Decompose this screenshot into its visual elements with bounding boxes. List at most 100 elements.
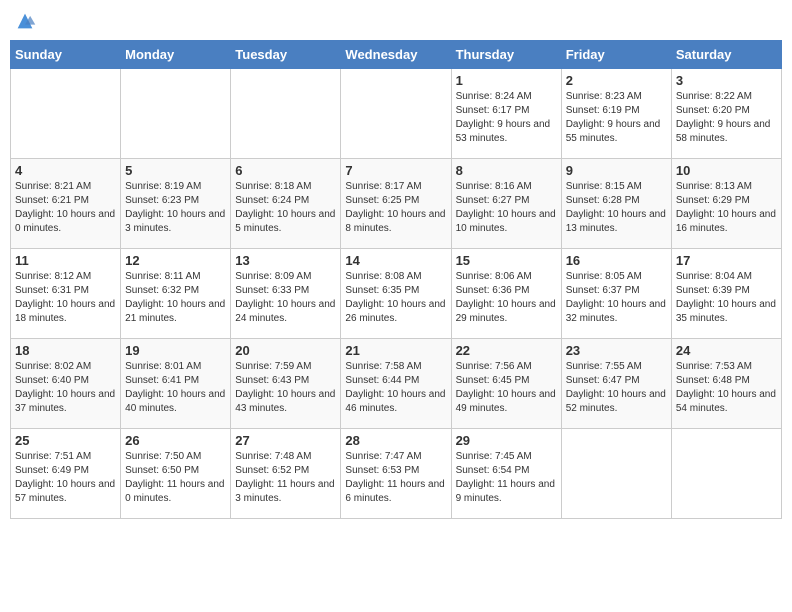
- calendar-cell: 22Sunrise: 7:56 AM Sunset: 6:45 PM Dayli…: [451, 339, 561, 429]
- day-info: Sunrise: 8:11 AM Sunset: 6:32 PM Dayligh…: [125, 270, 226, 326]
- calendar-header: SundayMondayTuesdayWednesdayThursdayFrid…: [11, 41, 782, 69]
- weekday-header-thursday: Thursday: [451, 41, 561, 69]
- calendar-cell: 23 Sunrise: 7:55 AM Sunset: 6:47 PM Dayli…: [561, 339, 671, 429]
- day-number: 13: [235, 253, 336, 268]
- calendar-cell: 2Sunrise: 8:23 AM Sunset: 6:19 PM Daylig…: [561, 69, 671, 159]
- calendar-cell: 3 Sunrise: 8:22 AM Sunset: 6:20 PM Daylig…: [671, 69, 781, 159]
- calendar-cell: 14 Sunrise: 8:08 AM Sunset: 6:35 PM Dayli…: [341, 249, 451, 339]
- week-row-5: 25 Sunrise: 7:51 AM Sunset: 6:49 PM Dayli…: [11, 429, 782, 519]
- day-number: 14: [345, 253, 446, 268]
- week-row-2: 4 Sunrise: 8:21 AM Sunset: 6:21 PM Daylig…: [11, 159, 782, 249]
- calendar-cell: 9 Sunrise: 8:15 AM Sunset: 6:28 PM Daylig…: [561, 159, 671, 249]
- day-number: 29: [456, 433, 557, 448]
- logo-icon: [14, 10, 36, 32]
- day-info: Sunrise: 7:55 AM Sunset: 6:47 PM Dayligh…: [566, 360, 667, 416]
- day-info: Sunrise: 8:02 AM Sunset: 6:40 PM Dayligh…: [15, 360, 116, 416]
- day-info: Sunrise: 8:21 AM Sunset: 6:21 PM Dayligh…: [15, 180, 116, 236]
- logo: [10, 10, 36, 32]
- day-info: Sunrise: 8:12 AM Sunset: 6:31 PM Dayligh…: [15, 270, 116, 326]
- day-info: Sunrise: 8:08 AM Sunset: 6:35 PM Dayligh…: [345, 270, 446, 326]
- calendar-body: 1Sunrise: 8:24 AM Sunset: 6:17 PM Daylig…: [11, 69, 782, 519]
- weekday-header-friday: Friday: [561, 41, 671, 69]
- day-number: 17: [676, 253, 777, 268]
- day-number: 3: [676, 73, 777, 88]
- day-info: Sunrise: 8:13 AM Sunset: 6:29 PM Dayligh…: [676, 180, 777, 236]
- day-info: Sunrise: 8:01 AM Sunset: 6:41 PM Dayligh…: [125, 360, 226, 416]
- calendar-cell: 6 Sunrise: 8:18 AM Sunset: 6:24 PM Daylig…: [231, 159, 341, 249]
- weekday-header-row: SundayMondayTuesdayWednesdayThursdayFrid…: [11, 41, 782, 69]
- week-row-3: 11 Sunrise: 8:12 AM Sunset: 6:31 PM Dayli…: [11, 249, 782, 339]
- calendar-cell: 13 Sunrise: 8:09 AM Sunset: 6:33 PM Dayli…: [231, 249, 341, 339]
- day-info: Sunrise: 8:09 AM Sunset: 6:33 PM Dayligh…: [235, 270, 336, 326]
- day-number: 2: [566, 73, 667, 88]
- calendar-cell: 11 Sunrise: 8:12 AM Sunset: 6:31 PM Dayli…: [11, 249, 121, 339]
- day-number: 6: [235, 163, 336, 178]
- day-number: 9: [566, 163, 667, 178]
- day-number: 11: [15, 253, 116, 268]
- day-info: Sunrise: 7:53 AM Sunset: 6:48 PM Dayligh…: [676, 360, 777, 416]
- calendar-cell: [11, 69, 121, 159]
- day-info: Sunrise: 7:50 AM Sunset: 6:50 PM Dayligh…: [125, 450, 226, 506]
- calendar-cell: 24 Sunrise: 7:53 AM Sunset: 6:48 PM Dayli…: [671, 339, 781, 429]
- calendar-cell: [671, 429, 781, 519]
- calendar-cell: [231, 69, 341, 159]
- weekday-header-monday: Monday: [121, 41, 231, 69]
- weekday-header-wednesday: Wednesday: [341, 41, 451, 69]
- day-number: 23: [566, 343, 667, 358]
- day-info: Sunrise: 8:19 AM Sunset: 6:23 PM Dayligh…: [125, 180, 226, 236]
- day-number: 26: [125, 433, 226, 448]
- day-info: Sunrise: 7:48 AM Sunset: 6:52 PM Dayligh…: [235, 450, 336, 506]
- day-number: 19: [125, 343, 226, 358]
- day-info: Sunrise: 8:16 AM Sunset: 6:27 PM Dayligh…: [456, 180, 557, 236]
- day-info: Sunrise: 8:04 AM Sunset: 6:39 PM Dayligh…: [676, 270, 777, 326]
- day-info: Sunrise: 8:17 AM Sunset: 6:25 PM Dayligh…: [345, 180, 446, 236]
- day-number: 7: [345, 163, 446, 178]
- day-info: Sunrise: 7:59 AM Sunset: 6:43 PM Dayligh…: [235, 360, 336, 416]
- day-number: 22: [456, 343, 557, 358]
- day-number: 12: [125, 253, 226, 268]
- calendar-cell: 15Sunrise: 8:06 AM Sunset: 6:36 PM Dayli…: [451, 249, 561, 339]
- calendar-cell: 12 Sunrise: 8:11 AM Sunset: 6:32 PM Dayli…: [121, 249, 231, 339]
- weekday-header-tuesday: Tuesday: [231, 41, 341, 69]
- day-number: 18: [15, 343, 116, 358]
- week-row-4: 18 Sunrise: 8:02 AM Sunset: 6:40 PM Dayli…: [11, 339, 782, 429]
- day-info: Sunrise: 8:05 AM Sunset: 6:37 PM Dayligh…: [566, 270, 667, 326]
- day-info: Sunrise: 8:24 AM Sunset: 6:17 PM Dayligh…: [456, 90, 557, 146]
- calendar-cell: 20Sunrise: 7:59 AM Sunset: 6:43 PM Dayli…: [231, 339, 341, 429]
- calendar-cell: [341, 69, 451, 159]
- day-number: 15: [456, 253, 557, 268]
- day-info: Sunrise: 7:51 AM Sunset: 6:49 PM Dayligh…: [15, 450, 116, 506]
- calendar-cell: 5 Sunrise: 8:19 AM Sunset: 6:23 PM Daylig…: [121, 159, 231, 249]
- day-info: Sunrise: 7:47 AM Sunset: 6:53 PM Dayligh…: [345, 450, 446, 506]
- day-info: Sunrise: 7:45 AM Sunset: 6:54 PM Dayligh…: [456, 450, 557, 506]
- day-number: 8: [456, 163, 557, 178]
- weekday-header-sunday: Sunday: [11, 41, 121, 69]
- calendar-cell: 4 Sunrise: 8:21 AM Sunset: 6:21 PM Daylig…: [11, 159, 121, 249]
- day-number: 24: [676, 343, 777, 358]
- day-info: Sunrise: 8:15 AM Sunset: 6:28 PM Dayligh…: [566, 180, 667, 236]
- day-number: 27: [235, 433, 336, 448]
- day-info: Sunrise: 7:58 AM Sunset: 6:44 PM Dayligh…: [345, 360, 446, 416]
- day-number: 25: [15, 433, 116, 448]
- calendar-cell: 25 Sunrise: 7:51 AM Sunset: 6:49 PM Dayli…: [11, 429, 121, 519]
- day-number: 10: [676, 163, 777, 178]
- calendar-cell: 18 Sunrise: 8:02 AM Sunset: 6:40 PM Dayli…: [11, 339, 121, 429]
- weekday-header-saturday: Saturday: [671, 41, 781, 69]
- day-number: 5: [125, 163, 226, 178]
- calendar-cell: 29 Sunrise: 7:45 AM Sunset: 6:54 PM Dayli…: [451, 429, 561, 519]
- calendar-cell: 26 Sunrise: 7:50 AM Sunset: 6:50 PM Dayli…: [121, 429, 231, 519]
- day-number: 4: [15, 163, 116, 178]
- calendar-cell: 10 Sunrise: 8:13 AM Sunset: 6:29 PM Dayli…: [671, 159, 781, 249]
- day-info: Sunrise: 8:18 AM Sunset: 6:24 PM Dayligh…: [235, 180, 336, 236]
- day-number: 28: [345, 433, 446, 448]
- day-number: 16: [566, 253, 667, 268]
- calendar-cell: 19 Sunrise: 8:01 AM Sunset: 6:41 PM Dayli…: [121, 339, 231, 429]
- day-info: Sunrise: 8:22 AM Sunset: 6:20 PM Dayligh…: [676, 90, 777, 146]
- calendar-cell: [561, 429, 671, 519]
- calendar-cell: 21Sunrise: 7:58 AM Sunset: 6:44 PM Dayli…: [341, 339, 451, 429]
- calendar-cell: 7 Sunrise: 8:17 AM Sunset: 6:25 PM Daylig…: [341, 159, 451, 249]
- week-row-1: 1Sunrise: 8:24 AM Sunset: 6:17 PM Daylig…: [11, 69, 782, 159]
- calendar-cell: [121, 69, 231, 159]
- header: [10, 10, 782, 32]
- calendar-cell: 27 Sunrise: 7:48 AM Sunset: 6:52 PM Dayli…: [231, 429, 341, 519]
